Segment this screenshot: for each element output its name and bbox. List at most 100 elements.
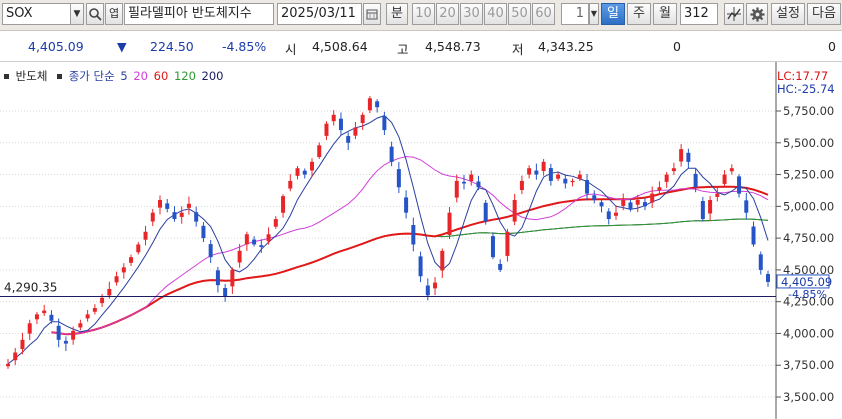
bar-count-input[interactable]: 312 <box>680 3 718 25</box>
count-input[interactable]: 1 <box>561 3 589 25</box>
tab-weekly[interactable]: 주 <box>627 3 651 25</box>
candle-body <box>527 168 532 175</box>
candle-body <box>375 101 380 108</box>
interval-50-button[interactable]: 50 <box>508 3 531 25</box>
ma5-line <box>7 115 769 365</box>
candle-body <box>230 269 235 287</box>
y-tick-label: 4,000.00 <box>783 326 834 340</box>
interval-label: 20 <box>439 6 456 21</box>
related-icon: 엽 <box>108 7 120 20</box>
interval-30-button[interactable]: 30 <box>460 3 483 25</box>
candle-body <box>346 136 351 143</box>
candle-body <box>454 180 459 198</box>
candle-body <box>78 323 83 328</box>
candle-body <box>367 98 372 111</box>
toolbar: SOX ▼ 엽 필라델피아 반도체지수 2025/03/11 분 10 20 3… <box>0 0 842 31</box>
date-value: 2025/03/11 <box>281 6 356 21</box>
interval-label: 50 <box>511 6 528 21</box>
hc-label: HC:-25.74 <box>777 82 835 96</box>
candle-body <box>440 250 445 271</box>
candle-body <box>338 118 343 131</box>
candle-body <box>642 202 647 207</box>
high-label: 고 <box>397 42 409 57</box>
candle-body <box>237 250 242 263</box>
candle-body <box>13 352 18 361</box>
candle-body <box>244 234 249 245</box>
legend-ma200: 200 <box>201 69 224 83</box>
candle-body <box>353 127 358 136</box>
candle-body <box>708 199 713 214</box>
candle-body <box>172 212 177 220</box>
candle-body <box>266 234 271 242</box>
tab-daily[interactable]: 일 <box>601 3 625 25</box>
open-label: 시 <box>285 42 297 57</box>
reference-line-label: 4,290.35 <box>4 281 57 295</box>
price-chart[interactable]: 4,290.35 5,750.00 5,500.00 5,250.00 5,000.0… <box>0 62 842 419</box>
candle-body <box>433 282 438 289</box>
count-dropdown-button[interactable]: ▼ <box>589 3 599 25</box>
legend-ma5: 5 <box>120 69 128 83</box>
candle-body <box>288 180 293 189</box>
candle-body <box>85 314 90 319</box>
candle-body <box>281 196 286 213</box>
calendar-button[interactable] <box>363 3 381 25</box>
bar-count-value: 312 <box>684 6 709 21</box>
interval-label: 10 <box>415 6 432 21</box>
candle-body <box>27 323 32 334</box>
open-value: 4,508.64 <box>312 39 368 54</box>
change-value: 224.50 <box>150 39 194 54</box>
candle-body <box>324 123 329 136</box>
candle-body <box>635 199 640 205</box>
candle-body <box>657 187 662 191</box>
candle-body <box>150 212 155 222</box>
candle-body <box>317 145 322 158</box>
search-icon <box>89 8 102 21</box>
candle-body <box>360 114 365 123</box>
interval-label: 30 <box>463 6 480 21</box>
candle-body <box>302 170 307 175</box>
candle-body <box>577 174 582 179</box>
search-button[interactable] <box>86 3 104 25</box>
candle-body <box>252 239 257 245</box>
date-input[interactable]: 2025/03/11 <box>277 3 362 25</box>
candle-body <box>129 257 134 263</box>
crosshair-button[interactable] <box>724 3 744 25</box>
interval-20-button[interactable]: 20 <box>436 3 459 25</box>
candle-body <box>614 212 618 216</box>
candle-body <box>49 314 54 321</box>
candle-body <box>114 276 119 283</box>
tab-label: 일 <box>607 6 619 21</box>
candle-body <box>585 180 590 194</box>
candle-body <box>158 199 162 208</box>
related-button[interactable]: 엽 <box>105 3 123 25</box>
candle-body <box>744 200 749 213</box>
candle-body <box>686 152 691 162</box>
legend-ma-label: 종가 단순 <box>68 69 115 83</box>
candle-body <box>396 169 401 188</box>
interval-40-button[interactable]: 40 <box>484 3 507 25</box>
candle-body <box>751 226 756 245</box>
interval-60-button[interactable]: 60 <box>532 3 555 25</box>
symbol-dropdown-button[interactable]: ▼ <box>70 3 84 25</box>
gear-button[interactable] <box>746 3 768 25</box>
candle-body <box>121 267 126 273</box>
candle-body <box>331 114 336 122</box>
interval-10-button[interactable]: 10 <box>412 3 435 25</box>
settings-button[interactable]: 설정 <box>771 3 805 25</box>
legend-square-icon <box>57 74 63 79</box>
minute-button[interactable]: 분 <box>386 3 408 25</box>
candle-body <box>671 168 676 172</box>
candle-body <box>548 168 553 181</box>
symbol-name-field: 필라델피아 반도체지수 <box>124 3 274 25</box>
count-value: 1 <box>575 6 584 21</box>
candle-body <box>628 202 633 209</box>
candle-body <box>729 168 734 172</box>
next-button[interactable]: 다음 <box>807 3 841 25</box>
candle-body <box>259 245 264 248</box>
chart-legend: 반도체 종가 단순 5 20 60 120 200 <box>4 68 226 84</box>
candle-body <box>71 330 76 340</box>
candlestick-chart[interactable]: 4,290.35 5,750.00 5,500.00 5,250.00 5,000.0… <box>0 62 842 419</box>
tab-monthly[interactable]: 월 <box>653 3 677 25</box>
down-arrow-icon: ▼ <box>117 39 127 54</box>
candle-body <box>476 181 481 188</box>
